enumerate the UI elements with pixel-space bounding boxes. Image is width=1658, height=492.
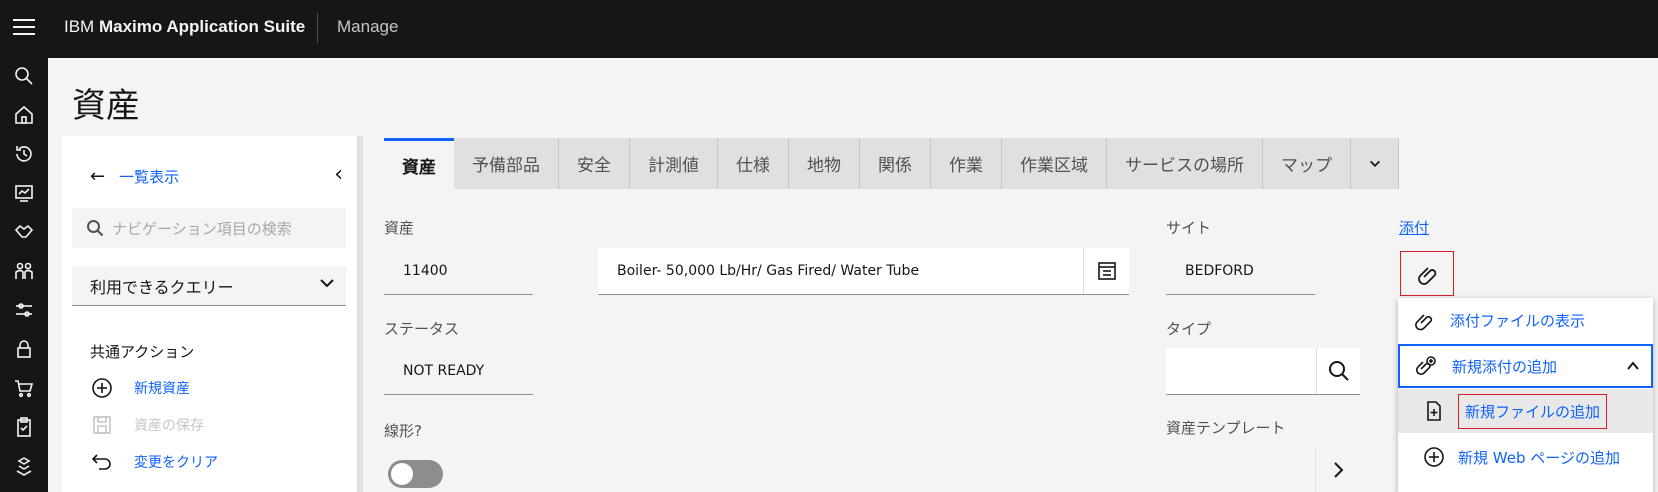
lock-icon[interactable]: [14, 339, 34, 359]
add-new-attachment-label: 新規添付の追加: [1452, 357, 1558, 376]
left-rail: [0, 58, 48, 492]
view-attachments-label: 添付ファイルの表示: [1450, 311, 1586, 330]
new-asset-action[interactable]: 新規資産: [90, 376, 190, 400]
collapse-chevron-icon[interactable]: ‹: [334, 162, 343, 187]
linear-toggle[interactable]: [388, 460, 443, 488]
arrow-left-icon: ←: [90, 166, 106, 187]
add-new-attachment-item[interactable]: 新規添付の追加: [1398, 344, 1653, 388]
site-label: サイト: [1166, 219, 1212, 237]
tab-spare-parts[interactable]: 予備部品: [454, 138, 559, 189]
status-label: ステータス: [384, 320, 460, 338]
tab-work[interactable]: 作業: [931, 138, 1002, 189]
clear-changes-label: 変更をクリア: [134, 455, 218, 471]
brand-prefix: IBM: [64, 17, 95, 36]
asset-tabs: 資産 予備部品 安全 計測値 仕様 地物 関係 作業 作業区域 サービスの場所 …: [384, 138, 1399, 189]
brand-name: Maximo Application Suite: [98, 17, 306, 36]
paperclip-icon: [1412, 308, 1436, 332]
asset-template-label: 資産テンプレート: [1166, 419, 1286, 437]
document-add-icon: [1422, 399, 1446, 423]
attachment-add-icon: [1414, 354, 1438, 378]
site-field[interactable]: BEDFORD: [1166, 248, 1315, 295]
page-title: 資産: [72, 86, 140, 126]
asset-description-field[interactable]: Boiler- 50,000 Lb/Hr/ Gas Fired/ Water T…: [598, 248, 1129, 295]
linear-label: 線形?: [384, 422, 422, 440]
new-asset-label: 新規資産: [134, 381, 190, 397]
clear-changes-action[interactable]: 変更をクリア: [90, 450, 218, 474]
add-new-web-page-label: 新規 Web ページの追加: [1458, 448, 1620, 467]
handshake-icon[interactable]: [14, 222, 34, 242]
attachment-paperclip-button[interactable]: [1400, 251, 1454, 296]
side-navigation: ← 一覧表示 ‹ ナビゲーション項目の検索 利用できるクエリー 共通アクション …: [62, 136, 357, 492]
sidenav-scrollbar[interactable]: [357, 136, 363, 492]
common-actions-heading: 共通アクション: [90, 343, 195, 361]
back-to-list-link[interactable]: ← 一覧表示: [90, 166, 179, 187]
available-queries-label: 利用できるクエリー: [90, 277, 234, 297]
top-header: IBM Maximo Application Suite Manage: [0, 0, 1658, 58]
long-description-icon[interactable]: [1083, 248, 1129, 294]
type-lookup-search-icon[interactable]: [1316, 348, 1360, 394]
available-queries-dropdown[interactable]: 利用できるクエリー: [72, 266, 346, 306]
people-icon[interactable]: [14, 261, 34, 281]
add-new-file-label: 新規ファイルの追加: [1458, 393, 1608, 429]
type-label: タイプ: [1166, 320, 1212, 338]
dashboard-icon[interactable]: [14, 183, 34, 203]
save-asset-label: 資産の保存: [134, 418, 204, 434]
more-tabs-chevron-icon[interactable]: [1351, 138, 1399, 189]
tab-features[interactable]: 地物: [789, 138, 860, 189]
cart-icon[interactable]: [14, 378, 34, 398]
attachments-menu: 添付ファイルの表示 新規添付の追加 新規ファイルの追加 新規 Web ページの追…: [1398, 298, 1653, 492]
tab-work-zones[interactable]: 作業区域: [1002, 138, 1107, 189]
paperclip-icon: [1418, 266, 1437, 285]
asset-description-value: Boiler- 50,000 Lb/Hr/ Gas Fired/ Water T…: [617, 263, 920, 279]
tab-service-address[interactable]: サービスの場所: [1107, 138, 1263, 189]
status-field[interactable]: NOT READY: [384, 348, 533, 395]
boxes-icon[interactable]: [14, 456, 34, 476]
undo-icon: [90, 450, 114, 474]
attachments-link[interactable]: 添付: [1399, 217, 1429, 238]
hamburger-menu-icon[interactable]: [13, 19, 35, 37]
nav-search-input[interactable]: ナビゲーション項目の検索: [72, 208, 346, 248]
asset-number-field[interactable]: 11400: [384, 248, 533, 295]
save-asset-action: 資産の保存: [90, 413, 204, 437]
tab-safety[interactable]: 安全: [559, 138, 630, 189]
home-icon[interactable]: [14, 105, 34, 125]
nav-search-placeholder: ナビゲーション項目の検索: [112, 219, 292, 238]
sliders-icon[interactable]: [14, 300, 34, 320]
add-circle-icon: [1422, 445, 1446, 469]
chevron-down-icon: [320, 279, 334, 288]
history-icon[interactable]: [14, 144, 34, 164]
add-new-web-page-item[interactable]: 新規 Web ページの追加: [1398, 435, 1653, 479]
asset-label: 資産: [384, 219, 415, 237]
chevron-up-icon: [1625, 358, 1641, 374]
view-attachments-item[interactable]: 添付ファイルの表示: [1398, 298, 1653, 342]
app-name: Manage: [337, 17, 399, 36]
clipboard-icon[interactable]: [14, 417, 34, 437]
search-icon: [87, 220, 104, 237]
search-icon[interactable]: [14, 66, 34, 86]
type-field[interactable]: [1166, 348, 1360, 395]
chevron-right-icon[interactable]: [1315, 448, 1359, 492]
toggle-knob: [391, 463, 413, 485]
add-circle-icon: [90, 376, 114, 400]
tab-relationships[interactable]: 関係: [860, 138, 931, 189]
add-new-file-item[interactable]: 新規ファイルの追加: [1398, 389, 1653, 433]
tab-specifications[interactable]: 仕様: [718, 138, 789, 189]
tab-asset[interactable]: 資産: [384, 138, 454, 189]
brand-title[interactable]: IBM Maximo Application Suite: [64, 17, 305, 37]
header-divider: [317, 13, 318, 43]
save-icon: [90, 413, 114, 437]
tab-map[interactable]: マップ: [1263, 138, 1351, 189]
back-to-list-label: 一覧表示: [119, 168, 180, 186]
tab-meters[interactable]: 計測値: [630, 138, 718, 189]
